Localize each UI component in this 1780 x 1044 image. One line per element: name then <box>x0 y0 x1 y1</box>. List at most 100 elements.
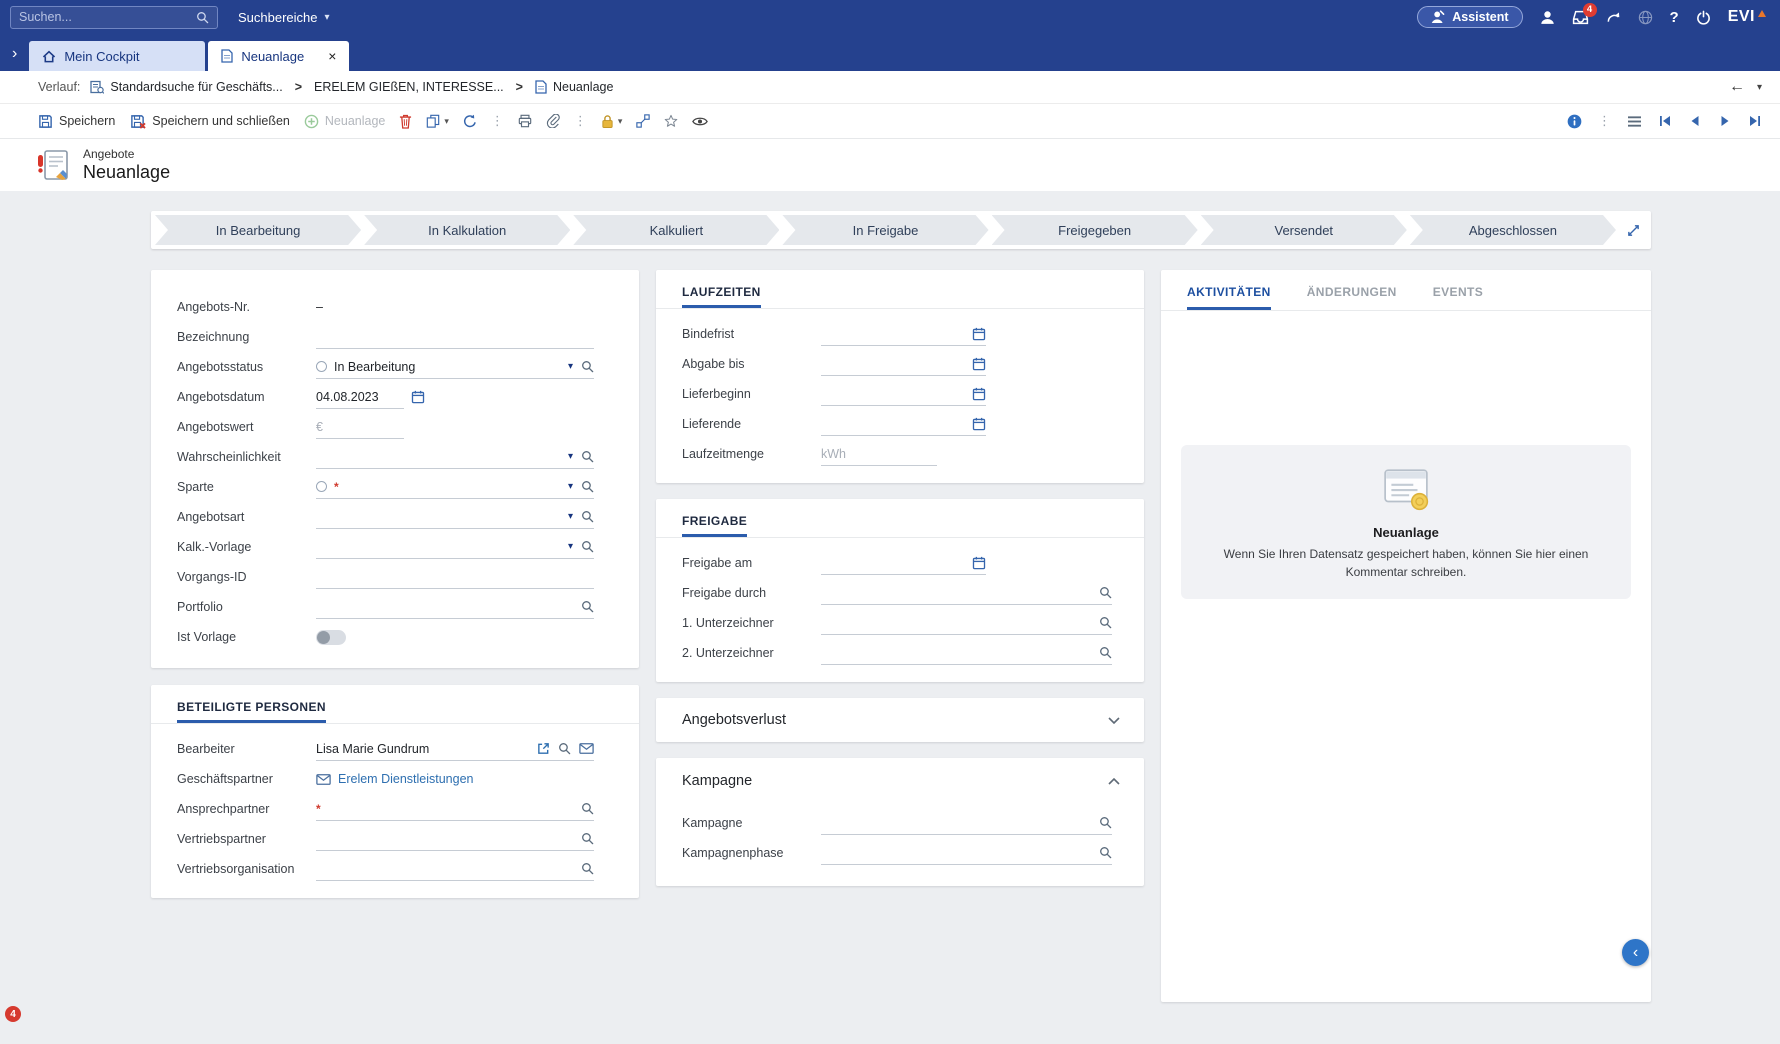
bindefrist-input[interactable] <box>821 323 986 346</box>
calendar-icon[interactable] <box>972 327 986 341</box>
calendar-icon[interactable] <box>972 417 986 431</box>
status-step[interactable]: Freigegeben <box>992 215 1198 245</box>
calendar-icon[interactable] <box>411 390 425 404</box>
angebotsart-select[interactable]: ▾ <box>316 506 594 529</box>
laufzeitmenge-input[interactable]: kWh <box>821 443 937 466</box>
nav-prev-icon[interactable] <box>1688 114 1702 128</box>
visibility-eye-icon[interactable] <box>692 116 708 127</box>
panel-collapse-button[interactable]: ‹ <box>1622 939 1649 966</box>
status-step[interactable]: In Freigabe <box>782 215 988 245</box>
nav-next-icon[interactable] <box>1718 114 1732 128</box>
tab-aenderungen[interactable]: ÄNDERUNGEN <box>1307 270 1397 310</box>
search-input[interactable] <box>19 10 196 24</box>
unterzeichner1-field[interactable] <box>821 612 1112 635</box>
attachment-icon[interactable] <box>546 114 560 128</box>
search-icon[interactable] <box>1099 586 1112 599</box>
favorite-star-icon[interactable] <box>664 114 678 128</box>
search-icon[interactable] <box>1099 646 1112 659</box>
search-icon[interactable] <box>581 832 594 845</box>
geschaeftspartner-link[interactable]: Erelem Dienstleistungen <box>338 772 474 786</box>
globe-icon[interactable] <box>1638 10 1653 25</box>
search-icon[interactable] <box>581 360 594 373</box>
email-icon[interactable] <box>579 743 594 754</box>
portfolio-field[interactable] <box>316 596 594 619</box>
copy-button[interactable]: ▾ <box>426 114 449 128</box>
search-icon[interactable] <box>558 742 571 755</box>
open-record-icon[interactable] <box>537 742 550 755</box>
status-step[interactable]: In Kalkulation <box>364 215 570 245</box>
chevron-down-icon[interactable]: ▾ <box>568 481 573 492</box>
user-icon[interactable] <box>1540 10 1555 25</box>
global-search[interactable] <box>10 6 218 29</box>
power-icon[interactable] <box>1696 10 1711 25</box>
vertriebsorganisation-field[interactable] <box>316 858 594 881</box>
search-icon[interactable] <box>581 540 594 553</box>
delete-icon[interactable] <box>399 114 412 129</box>
search-icon[interactable] <box>581 450 594 463</box>
tab-neuanlage[interactable]: Neuanlage × <box>208 41 349 71</box>
bearbeiter-field[interactable]: Lisa Marie Gundrum <box>316 738 594 761</box>
email-icon[interactable] <box>316 774 331 785</box>
status-step[interactable]: Versendet <box>1201 215 1407 245</box>
kampagnenphase-field[interactable] <box>821 842 1112 865</box>
lieferbeginn-input[interactable] <box>821 383 986 406</box>
kampagne-field[interactable] <box>821 812 1112 835</box>
chevron-up-icon[interactable] <box>1108 778 1120 785</box>
help-icon[interactable]: ? <box>1670 9 1679 26</box>
search-icon[interactable] <box>1099 816 1112 829</box>
calendar-icon[interactable] <box>972 387 986 401</box>
breadcrumb-item-partner[interactable]: ERELEM GIEßEN, INTERESSE... <box>314 80 504 94</box>
more-actions-icon[interactable]: ⋮ <box>1598 113 1611 129</box>
search-icon[interactable] <box>581 480 594 493</box>
print-icon[interactable] <box>518 114 532 128</box>
status-step[interactable]: Kalkuliert <box>573 215 779 245</box>
abgabe-bis-input[interactable] <box>821 353 986 376</box>
kalk-vorlage-select[interactable]: ▾ <box>316 536 594 559</box>
bezeichnung-input[interactable] <box>316 326 594 349</box>
search-icon[interactable] <box>196 11 209 24</box>
nav-first-icon[interactable] <box>1658 114 1672 128</box>
lock-button[interactable]: ▾ <box>601 114 623 129</box>
search-icon[interactable] <box>1099 616 1112 629</box>
angebotswert-input[interactable]: € <box>316 416 404 439</box>
chevron-down-icon[interactable] <box>1108 717 1120 724</box>
search-icon[interactable] <box>581 510 594 523</box>
sparte-select[interactable]: * ▾ <box>316 476 594 499</box>
vorgangs-id-input[interactable] <box>316 566 594 589</box>
chevron-down-icon[interactable]: ▾ <box>568 511 573 522</box>
search-icon[interactable] <box>1099 846 1112 859</box>
angebotsstatus-select[interactable]: In Bearbeitung ▾ <box>316 356 594 379</box>
history-dropdown-icon[interactable]: ▾ <box>1757 82 1762 93</box>
save-and-close-button[interactable]: Speichern und schließen <box>129 114 290 129</box>
menu-icon[interactable] <box>1627 115 1642 128</box>
freigabe-durch-field[interactable] <box>821 582 1112 605</box>
search-icon[interactable] <box>581 862 594 875</box>
refresh-icon[interactable] <box>463 114 477 128</box>
info-icon[interactable] <box>1567 114 1582 129</box>
search-icon[interactable] <box>581 600 594 613</box>
angebotsverlust-section[interactable]: Angebotsverlust <box>656 698 1144 742</box>
angebotsdatum-input[interactable]: 04.08.2023 <box>316 386 404 409</box>
back-icon[interactable]: ← <box>1729 78 1745 96</box>
freigabe-am-input[interactable] <box>821 552 986 575</box>
search-icon[interactable] <box>581 802 594 815</box>
calendar-icon[interactable] <box>972 556 986 570</box>
wahrscheinlichkeit-select[interactable]: ▾ <box>316 446 594 469</box>
expand-icon[interactable] <box>1627 224 1640 237</box>
search-areas-dropdown[interactable]: Suchbereiche ▾ <box>238 10 330 25</box>
vertriebspartner-field[interactable] <box>316 828 594 851</box>
inbox-button[interactable]: 4 <box>1572 10 1589 25</box>
status-step[interactable]: Abgeschlossen <box>1410 215 1616 245</box>
breadcrumb-item-search[interactable]: Standardsuche für Geschäfts... <box>90 80 282 94</box>
tab-mein-cockpit[interactable]: Mein Cockpit <box>29 41 205 71</box>
breadcrumb-item-neuanlage[interactable]: Neuanlage <box>535 80 613 94</box>
tab-overflow-chevron-icon[interactable]: › <box>12 45 17 63</box>
ist-vorlage-toggle[interactable] <box>316 630 346 645</box>
redo-icon[interactable] <box>1606 10 1621 24</box>
kampagne-header[interactable]: Kampagne <box>656 758 1144 804</box>
save-button[interactable]: Speichern <box>38 114 115 129</box>
calendar-icon[interactable] <box>972 357 986 371</box>
tab-events[interactable]: EVENTS <box>1433 270 1483 310</box>
unterzeichner2-field[interactable] <box>821 642 1112 665</box>
chevron-down-icon[interactable]: ▾ <box>568 541 573 552</box>
